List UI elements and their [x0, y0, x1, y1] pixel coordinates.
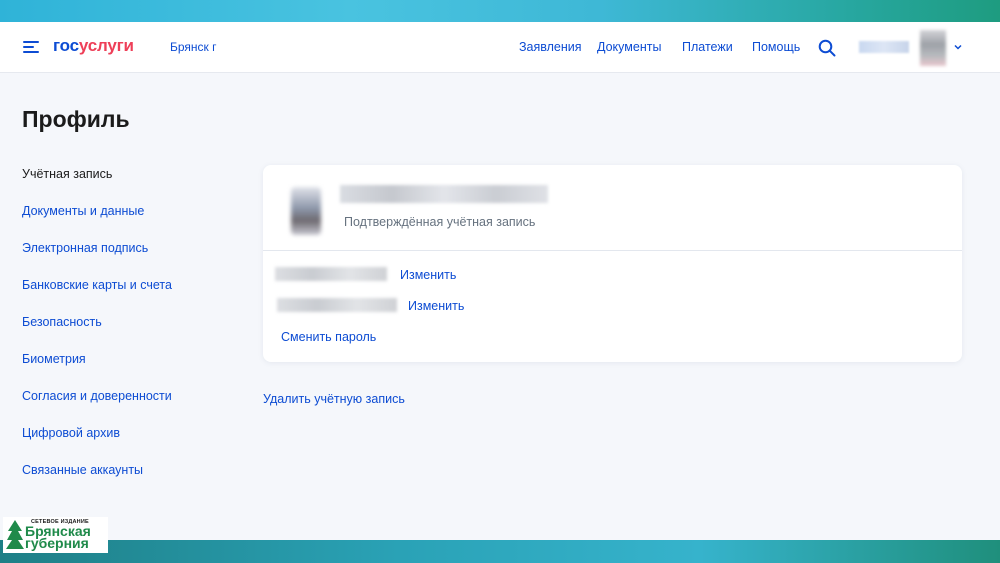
nav-documents[interactable]: Документы	[597, 40, 661, 54]
nav-help[interactable]: Помощь	[752, 40, 800, 54]
sidebar-item-bank-cards[interactable]: Банковские карты и счета	[22, 278, 172, 292]
logo-part-uslugi: услуги	[78, 36, 134, 55]
user-name-blurred[interactable]	[859, 41, 909, 53]
search-icon[interactable]	[818, 39, 836, 57]
card-divider	[263, 250, 962, 251]
page-title: Профиль	[22, 106, 130, 132]
logo-part-gos: гос	[53, 36, 79, 55]
logo[interactable]: госуслуги	[53, 36, 134, 56]
account-avatar	[291, 187, 321, 235]
sidebar-item-consents[interactable]: Согласия и доверенности	[22, 389, 172, 403]
phone-blurred	[275, 267, 387, 281]
menu-icon[interactable]	[23, 41, 39, 53]
watermark-logo: СЕТЕВОЕ ИЗДАНИЕ Брянская губерния	[3, 517, 108, 553]
avatar[interactable]	[920, 30, 946, 66]
tree-icon	[6, 520, 24, 549]
sidebar-item-security[interactable]: Безопасность	[22, 315, 102, 329]
sidebar-item-digital-archive[interactable]: Цифровой архив	[22, 426, 120, 440]
frame-bottom-decoration	[0, 540, 1000, 563]
change-password-link[interactable]: Сменить пароль	[281, 330, 376, 344]
delete-account-link[interactable]: Удалить учётную запись	[263, 392, 405, 406]
change-phone-link[interactable]: Изменить	[400, 268, 456, 282]
sidebar-item-linked-accounts[interactable]: Связанные аккаунты	[22, 463, 143, 477]
sidebar-item-account[interactable]: Учётная запись	[22, 167, 112, 181]
browser-window: госуслуги Брянск г Заявления Документы П…	[0, 22, 1000, 540]
account-status: Подтверждённая учётная запись	[344, 215, 536, 229]
account-card: Подтверждённая учётная запись Изменить И…	[263, 165, 962, 362]
watermark-title-line2: губерния	[25, 535, 89, 551]
chevron-down-icon[interactable]	[953, 42, 963, 52]
email-blurred	[277, 298, 397, 312]
sidebar-item-biometrics[interactable]: Биометрия	[22, 352, 86, 366]
header: госуслуги Брянск г Заявления Документы П…	[0, 22, 1000, 73]
nav-payments[interactable]: Платежи	[682, 40, 733, 54]
account-name-blurred	[340, 185, 548, 203]
city-selector[interactable]: Брянск г	[170, 40, 217, 54]
change-email-link[interactable]: Изменить	[408, 299, 464, 313]
sidebar-item-e-signature[interactable]: Электронная подпись	[22, 241, 148, 255]
nav-applications[interactable]: Заявления	[519, 40, 582, 54]
sidebar-item-documents[interactable]: Документы и данные	[22, 204, 144, 218]
frame-top-decoration	[0, 0, 1000, 22]
